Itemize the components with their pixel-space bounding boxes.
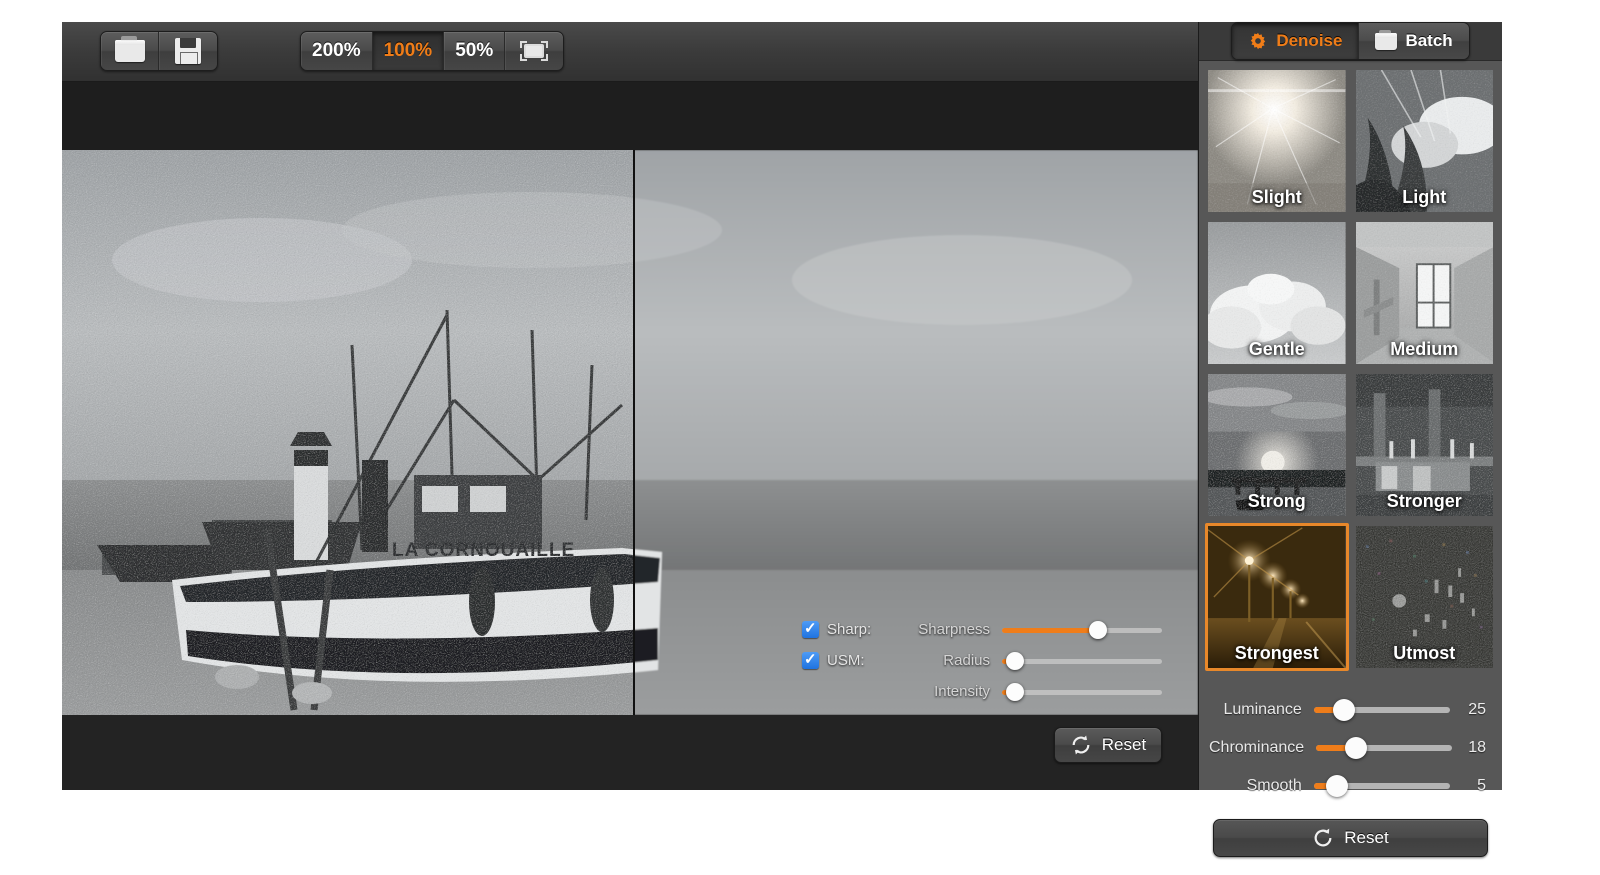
gear-icon	[1248, 31, 1268, 51]
zoom-50-button[interactable]: 50%	[444, 32, 505, 70]
preset-strongest[interactable]: Strongest	[1205, 523, 1349, 671]
reset-denoise-label: Reset	[1344, 828, 1388, 848]
smooth-row: Smooth 5	[1209, 767, 1486, 805]
panel-tab-bar: Denoise Batch	[1199, 22, 1502, 61]
preset-strong[interactable]: Strong	[1205, 371, 1349, 519]
intensity-label: Intensity	[902, 683, 1002, 700]
preset-light[interactable]: Light	[1353, 67, 1497, 215]
chrominance-label: Chrominance	[1209, 739, 1316, 757]
editor-area: 200% 100% 50%	[62, 22, 1198, 790]
sharpness-label: Sharpness	[902, 621, 1002, 638]
smooth-label: Smooth	[1209, 777, 1314, 795]
luminance-value: 25	[1450, 701, 1486, 719]
usm-checkbox[interactable]	[802, 652, 819, 669]
fit-to-window-button[interactable]	[505, 32, 563, 70]
preset-medium[interactable]: Medium	[1353, 219, 1497, 367]
chrominance-row: Chrominance 18	[1209, 729, 1486, 767]
sharpen-controls: Sharp: Sharpness USM: Radius	[802, 614, 1162, 707]
settings-panel: Denoise Batch	[1198, 22, 1502, 790]
canvas-letterbox-top	[62, 82, 1198, 150]
sharp-checkbox[interactable]	[802, 621, 819, 638]
folder-icon	[115, 40, 145, 62]
smooth-value: 5	[1450, 777, 1486, 795]
main-toolbar: 200% 100% 50%	[62, 22, 1198, 82]
usm-label: USM:	[827, 652, 902, 669]
radius-slider[interactable]	[1002, 652, 1162, 670]
original-noisy-preview[interactable]: LA CORNOUAILLE	[62, 150, 634, 715]
preset-stronger[interactable]: Stronger	[1353, 371, 1497, 519]
denoise-sliders: Luminance 25 Chrominance 18 Smooth 5	[1199, 677, 1502, 809]
tab-group: Denoise Batch	[1231, 22, 1469, 60]
reset-sharpen-label: Reset	[1102, 735, 1146, 755]
fit-to-window-icon	[520, 41, 548, 61]
image-compare-viewer[interactable]: LA CORNOUAILLE	[62, 150, 1198, 715]
save-file-button[interactable]	[159, 32, 217, 70]
preset-slight[interactable]: Slight	[1205, 67, 1349, 215]
intensity-row: Intensity	[802, 676, 1162, 707]
luminance-label: Luminance	[1209, 701, 1314, 719]
tab-denoise[interactable]: Denoise	[1232, 23, 1358, 59]
reset-denoise-button[interactable]: Reset	[1213, 819, 1488, 857]
floppy-save-icon	[175, 38, 201, 64]
open-file-button[interactable]	[101, 32, 159, 70]
preset-grid: Slight Light	[1199, 61, 1502, 677]
file-button-group	[100, 31, 218, 71]
usm-row: USM: Radius	[802, 645, 1162, 676]
compare-split-divider[interactable]	[633, 150, 635, 715]
sharp-row: Sharp: Sharpness	[802, 614, 1162, 645]
tab-denoise-label: Denoise	[1276, 31, 1342, 51]
smooth-slider[interactable]	[1314, 775, 1450, 797]
intensity-spacer	[802, 683, 819, 700]
luminance-row: Luminance 25	[1209, 691, 1486, 729]
panel-footer: Reset	[1199, 809, 1502, 875]
editor-footer: Reset	[62, 715, 1198, 790]
zoom-200-button[interactable]: 200%	[301, 32, 373, 70]
zoom-button-group: 200% 100% 50%	[300, 31, 564, 71]
luminance-slider[interactable]	[1314, 699, 1450, 721]
sharp-label: Sharp:	[827, 621, 902, 638]
tab-batch-label: Batch	[1405, 31, 1452, 51]
sharpness-slider[interactable]	[1002, 621, 1162, 639]
chrominance-slider[interactable]	[1316, 737, 1452, 759]
radius-label: Radius	[902, 652, 1002, 669]
folder-icon	[1375, 33, 1397, 50]
reset-sharpen-button[interactable]: Reset	[1054, 727, 1162, 763]
intensity-slider[interactable]	[1002, 683, 1162, 701]
zoom-100-button[interactable]: 100%	[373, 32, 445, 70]
chrominance-value: 18	[1452, 739, 1486, 757]
application-window: 200% 100% 50%	[62, 22, 1502, 790]
preset-gentle[interactable]: Gentle	[1205, 219, 1349, 367]
tab-batch[interactable]: Batch	[1358, 23, 1468, 59]
svg-text:LA CORNOUAILLE: LA CORNOUAILLE	[392, 540, 575, 561]
preset-utmost[interactable]: Utmost	[1353, 523, 1497, 671]
refresh-double-arrow-icon	[1070, 734, 1092, 756]
refresh-arrow-icon	[1312, 827, 1334, 849]
